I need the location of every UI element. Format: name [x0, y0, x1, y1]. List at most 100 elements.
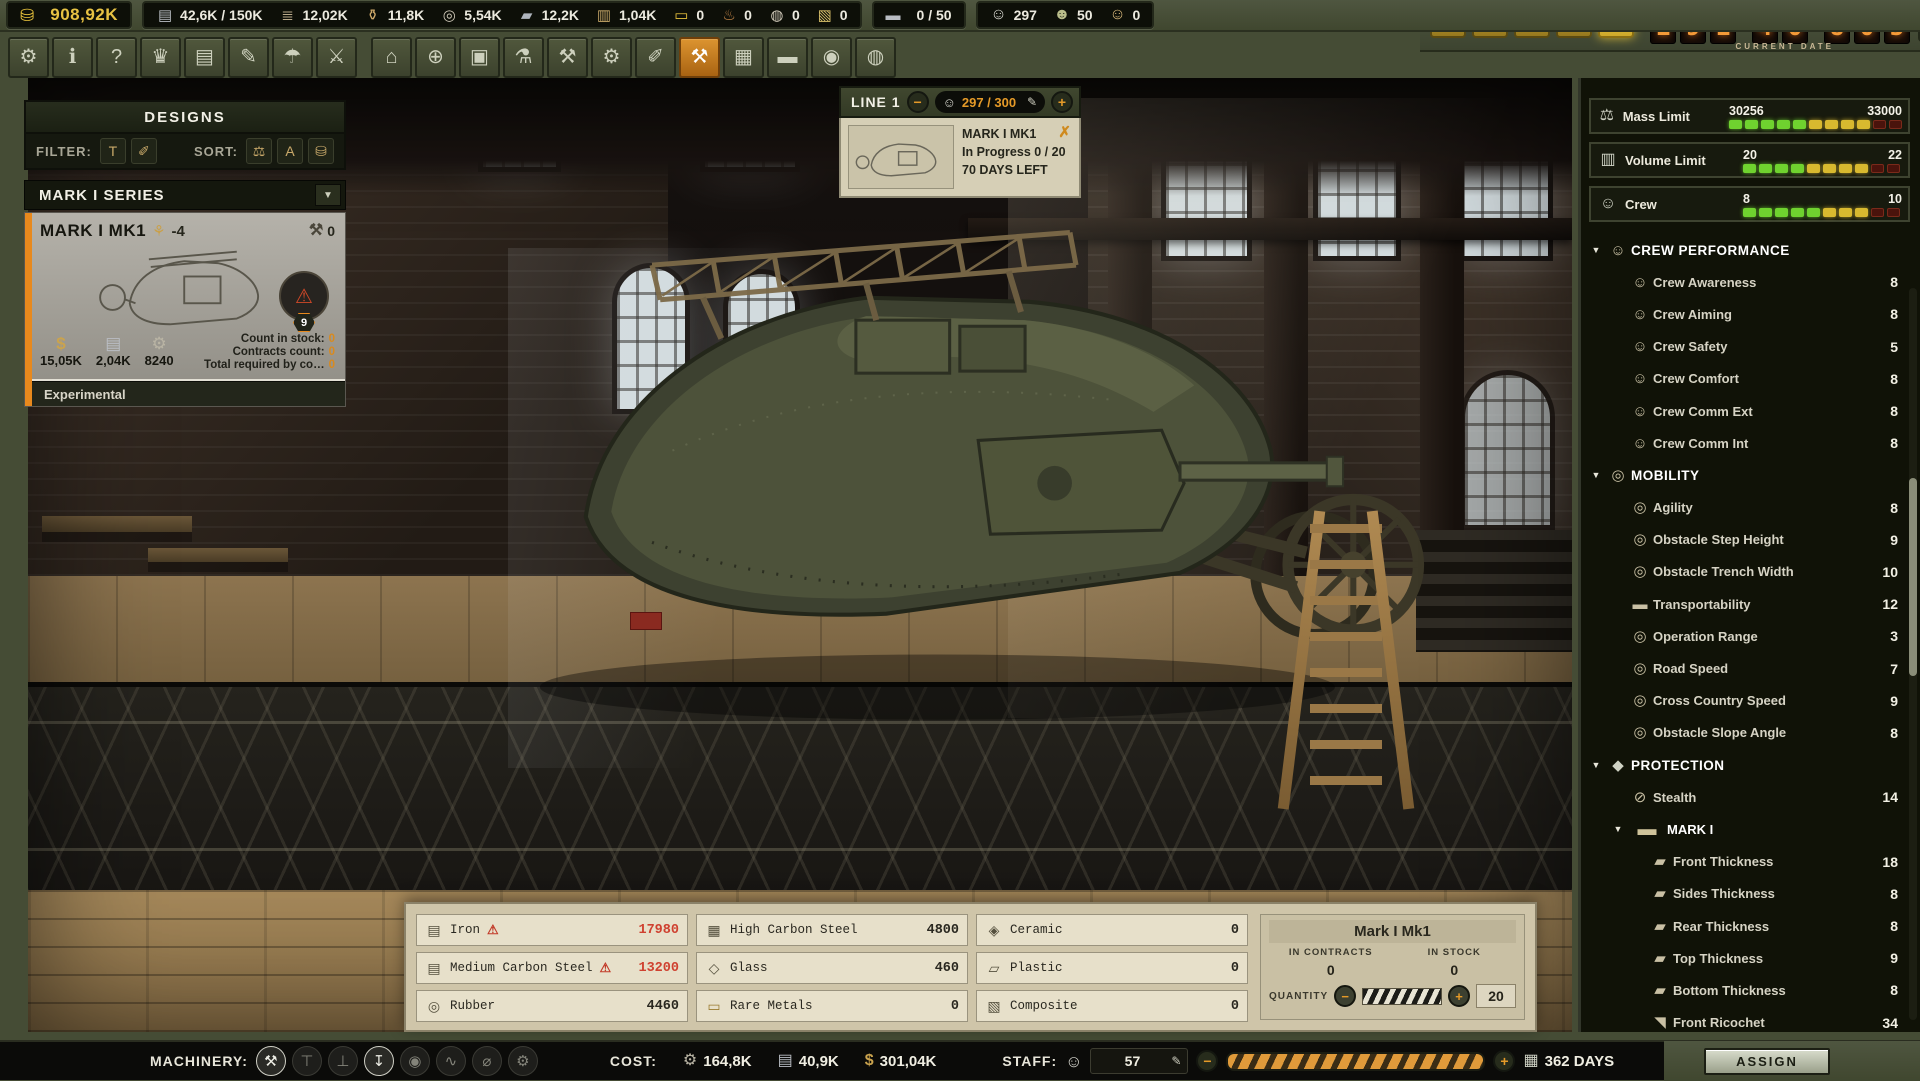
series-header: MARK I SERIES ▼: [24, 180, 346, 210]
scrollbar-track[interactable]: [1909, 288, 1917, 1020]
add-worker-button[interactable]: +: [1051, 91, 1073, 113]
toolbar-button[interactable]: [228, 37, 269, 78]
expander-icon[interactable]: ▼: [1587, 245, 1605, 255]
toolbar-button[interactable]: [811, 37, 852, 78]
stock-line: Contracts count:0: [204, 346, 335, 358]
resource-item: 42,6K / 150K: [156, 7, 263, 23]
machinery-button[interactable]: [508, 1046, 538, 1076]
material-name: High Carbon Steel: [730, 923, 858, 937]
cost-value: 40,9K: [799, 1053, 839, 1070]
edit-icon[interactable]: ✎: [1027, 95, 1037, 109]
material-name: Glass: [730, 961, 768, 975]
assign-button[interactable]: ASSIGN: [1704, 1048, 1830, 1075]
stat-row: Rear Thickness 8: [1581, 910, 1920, 942]
machinery-button[interactable]: [436, 1046, 466, 1076]
remove-worker-button[interactable]: −: [907, 91, 929, 113]
toolbar-button[interactable]: [591, 37, 632, 78]
gauge-icon: [1597, 196, 1619, 212]
toolbar-button[interactable]: [52, 37, 93, 78]
stat-label: Crew Awareness: [1653, 275, 1756, 290]
scrollbar-thumb[interactable]: [1909, 478, 1917, 676]
gauge-segment: [1855, 208, 1868, 217]
gauge-bar: [1743, 208, 1902, 217]
toolbar-button[interactable]: [415, 37, 456, 78]
stat-row: Transportability 12: [1581, 588, 1920, 620]
toolbar-button[interactable]: [679, 37, 720, 78]
expander-icon[interactable]: ▼: [1609, 824, 1627, 834]
gauge-bar: [1743, 164, 1902, 173]
material-cell: Ceramic 0: [976, 914, 1248, 946]
series-collapse-button[interactable]: ▼: [315, 184, 341, 206]
toolbar-button[interactable]: [371, 37, 412, 78]
machinery-button[interactable]: [400, 1046, 430, 1076]
staff-input[interactable]: 57 ✎: [1090, 1048, 1188, 1074]
toolbar-button[interactable]: [503, 37, 544, 78]
vehicle-stats-panel: Mass Limit 30256 33000 Volume Limit 20 2…: [1578, 78, 1920, 1032]
material-cell: Iron ⚠ 17980: [416, 914, 688, 946]
filter-button[interactable]: [100, 138, 126, 164]
toolbar-button[interactable]: [547, 37, 588, 78]
toolbar-button[interactable]: [723, 37, 764, 78]
gauge-segment: [1775, 164, 1788, 173]
material-value: 460: [935, 961, 959, 976]
line-job-card[interactable]: MARK I MK1 In Progress 0 / 20 70 DAYS LE…: [839, 118, 1081, 198]
stat-row: Operation Range 3: [1581, 620, 1920, 652]
toolbar-icon: [427, 47, 444, 67]
cost-value: 301,04K: [880, 1053, 937, 1070]
material-value: 13200: [638, 961, 679, 976]
design-card-mark1[interactable]: MARK I MK1 -4 0 ⚠ 9 15,05K: [24, 212, 346, 407]
staff-allocation-bar[interactable]: [1226, 1052, 1485, 1071]
machinery-icon: [408, 1054, 421, 1069]
tank-count-value: 0 / 50: [917, 7, 952, 23]
close-icon[interactable]: ✗: [1058, 123, 1071, 141]
expander-icon[interactable]: ▼: [1587, 470, 1605, 480]
stat-icon: [1627, 500, 1653, 515]
toolbar-button[interactable]: [140, 37, 181, 78]
material-cell: High Carbon Steel 4800: [696, 914, 968, 946]
material-icon: [985, 961, 1003, 975]
toolbar-button[interactable]: [8, 37, 49, 78]
gauge-segment: [1791, 164, 1804, 173]
toolbar-button[interactable]: [767, 37, 808, 78]
staff-plus-button[interactable]: +: [1493, 1050, 1515, 1072]
staff-minus-button[interactable]: −: [1196, 1050, 1218, 1072]
toolbar-icon: [152, 47, 170, 67]
in-stock-label: IN STOCK: [1393, 947, 1517, 958]
sort-button[interactable]: [277, 138, 303, 164]
toolbar-button[interactable]: [459, 37, 500, 78]
toolbar-button[interactable]: [316, 37, 357, 78]
material-icon: [985, 923, 1003, 937]
toolbar-icon: [240, 47, 257, 67]
staff-count-value: 0: [1133, 7, 1141, 23]
toolbar-button[interactable]: [272, 37, 313, 78]
sort-button[interactable]: [308, 138, 334, 164]
gauge-segment: [1857, 120, 1870, 129]
quantity-plus-button[interactable]: +: [1448, 985, 1470, 1007]
design-tag: Experimental: [32, 381, 345, 406]
resource-icon: [364, 8, 382, 23]
filter-button[interactable]: [131, 138, 157, 164]
toolbar-button[interactable]: [855, 37, 896, 78]
machinery-button[interactable]: [364, 1046, 394, 1076]
toolbar-button[interactable]: [635, 37, 676, 78]
machinery-button[interactable]: [256, 1046, 286, 1076]
staff-icon: [1065, 1053, 1082, 1070]
quantity-minus-button[interactable]: −: [1334, 985, 1356, 1007]
toolbar-button[interactable]: [96, 37, 137, 78]
sort-label: SORT:: [194, 144, 238, 159]
edit-icon[interactable]: ✎: [1171, 1054, 1181, 1068]
expander-icon[interactable]: ▼: [1587, 760, 1605, 770]
machinery-button[interactable]: [472, 1046, 502, 1076]
quantity-value[interactable]: 20: [1476, 984, 1516, 1008]
toolbar-icon: [867, 47, 884, 67]
cost-value: 164,8K: [703, 1053, 751, 1070]
toolbar-button[interactable]: [184, 37, 225, 78]
machinery-button[interactable]: [292, 1046, 322, 1076]
sort-button[interactable]: [246, 138, 272, 164]
money-display: 908,92K: [6, 1, 132, 29]
quantity-slider[interactable]: [1362, 988, 1442, 1005]
stat-row: Crew Aiming 8: [1581, 298, 1920, 330]
machinery-button[interactable]: [328, 1046, 358, 1076]
stat-label: Crew Aiming: [1653, 307, 1732, 322]
resource-value: 1,04K: [619, 7, 656, 23]
